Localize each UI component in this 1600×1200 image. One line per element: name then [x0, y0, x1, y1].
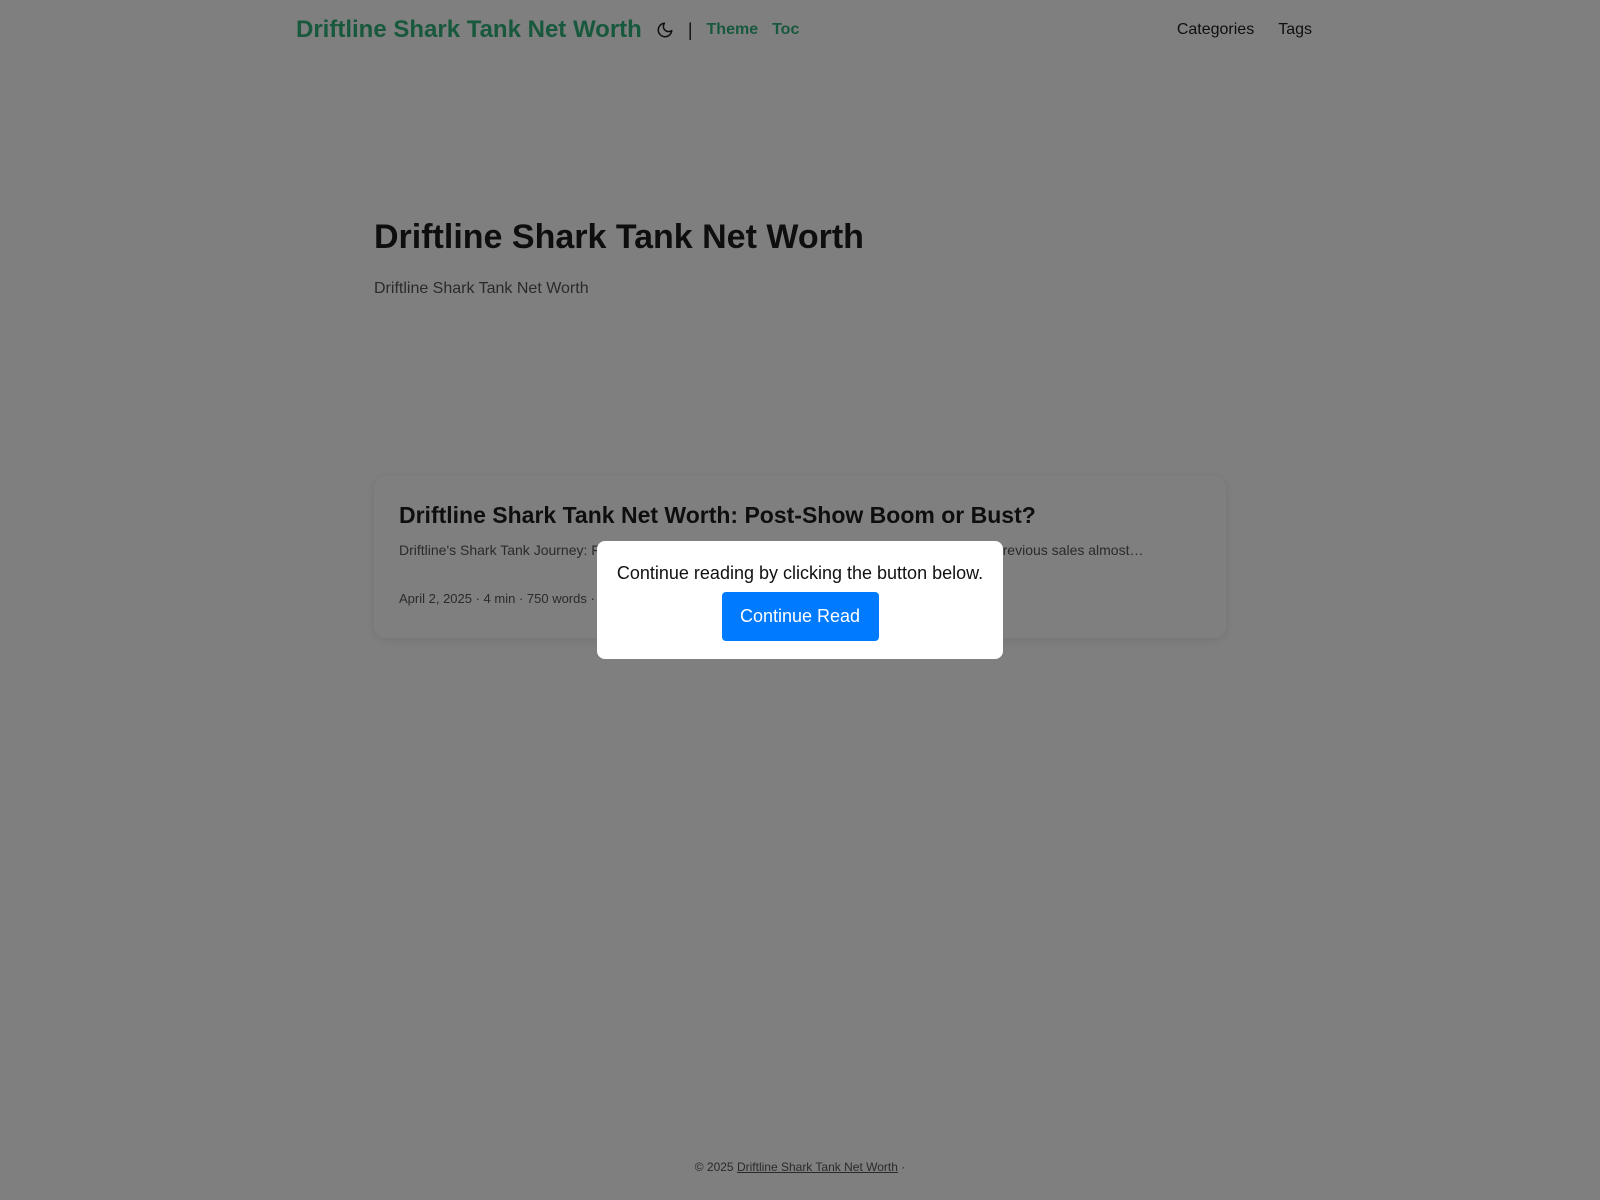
continue-read-button[interactable]: Continue Read — [721, 592, 879, 641]
page: Driftline Shark Tank Net Worth | Theme T… — [0, 0, 1600, 1200]
modal-message: Continue reading by clicking the button … — [616, 563, 984, 583]
continue-reading-modal: Continue reading by clicking the button … — [597, 541, 1003, 659]
